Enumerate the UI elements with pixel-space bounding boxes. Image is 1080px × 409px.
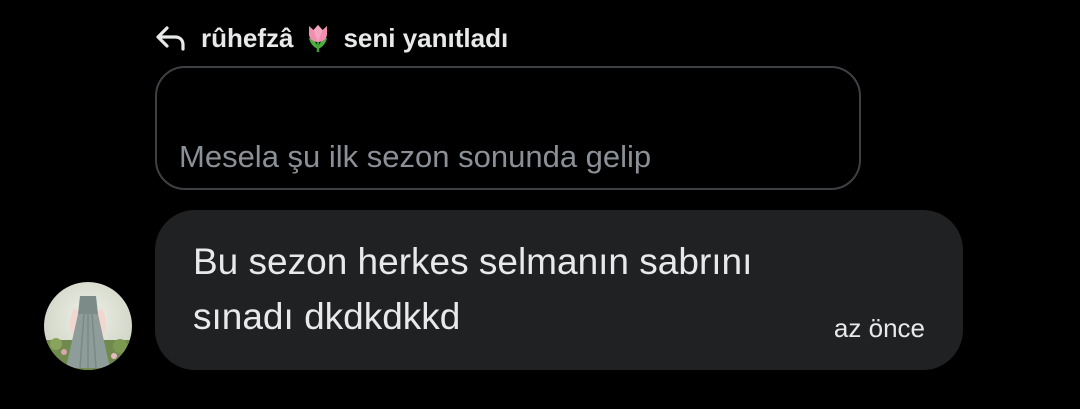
reply-action-text: seni yanıtladı <box>343 22 509 53</box>
dm-conversation: rûhefzâ seni yanıtladı Mesela şu ilk sez… <box>0 0 1080 409</box>
message-bubble[interactable]: Bu sezon herkes selmanın sabrını sınadı … <box>155 210 963 370</box>
avatar[interactable] <box>44 282 132 370</box>
message-text: Bu sezon herkes selmanın sabrını sınadı … <box>193 241 753 337</box>
reply-arrow-icon <box>155 25 187 51</box>
message-timestamp: az önce <box>833 313 925 343</box>
reply-header: rûhefzâ seni yanıtladı <box>155 18 508 58</box>
quoted-message-text: Mesela şu ilk sezon sonunda gelip selman… <box>179 139 760 188</box>
reply-author-name[interactable]: rûhefzâ <box>201 23 293 54</box>
quoted-message-bubble[interactable]: Mesela şu ilk sezon sonunda gelip selman… <box>155 66 861 190</box>
tulip-icon <box>305 23 331 53</box>
